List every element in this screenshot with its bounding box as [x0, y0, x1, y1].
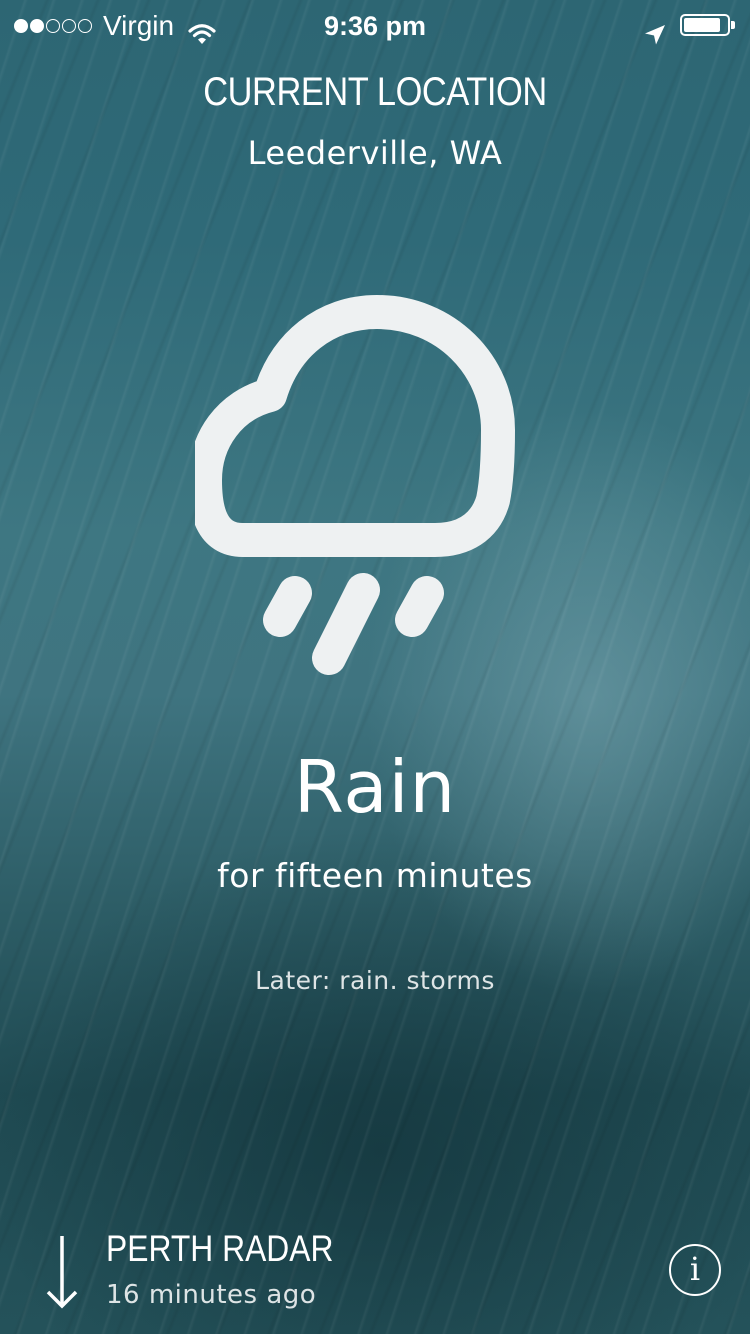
- radar-updated-time: 16 minutes ago: [106, 1280, 317, 1310]
- condition-duration: for fifteen minutes: [217, 856, 533, 895]
- location-services-icon: [643, 13, 667, 65]
- radar-button[interactable]: PERTH RADAR 16 minutes ago: [40, 1226, 440, 1316]
- info-icon: i: [689, 1250, 701, 1288]
- rain-cloud-icon: [188, 290, 555, 680]
- later-forecast: Later: rain. storms: [255, 966, 495, 995]
- location-name[interactable]: Leederville, WA: [0, 134, 750, 172]
- weather-condition: Rain: [293, 745, 457, 829]
- battery-level: [684, 18, 720, 32]
- status-bar: Virgin 9:36 pm: [0, 0, 750, 52]
- battery-icon: [680, 14, 730, 36]
- location-heading: CURRENT LOCATION: [203, 70, 547, 114]
- battery-tip: [731, 21, 735, 29]
- info-button[interactable]: i: [669, 1244, 721, 1296]
- down-arrow-icon: [44, 1234, 80, 1314]
- radar-title: PERTH RADAR: [106, 1228, 334, 1269]
- clock: 9:36 pm: [323, 11, 427, 41]
